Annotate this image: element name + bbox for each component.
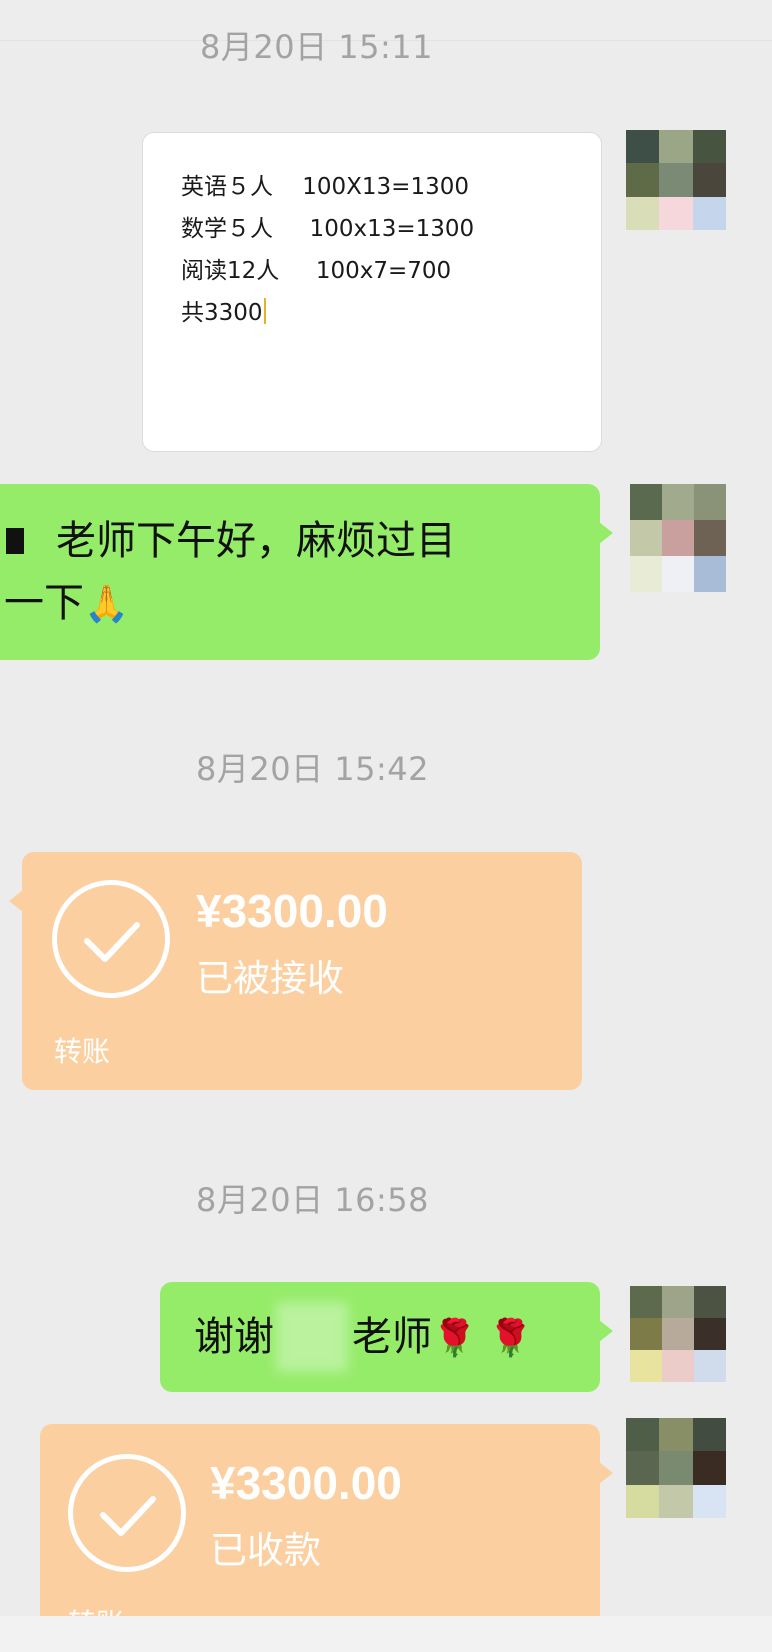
timestamp: 8月20日 15:42 xyxy=(196,750,429,788)
note-line: 英语５人 100X13=1300 xyxy=(181,174,469,200)
transfer-amount: ¥3300.00 xyxy=(196,885,388,937)
bottom-bar xyxy=(0,1616,772,1652)
timestamp: 8月20日 16:58 xyxy=(196,1181,429,1219)
pray-emoji: 🙏 xyxy=(84,584,129,625)
avatar-icon[interactable] xyxy=(626,1418,726,1518)
transfer-amount: ¥3300.00 xyxy=(210,1457,402,1509)
message-text: 一下🙏 xyxy=(4,580,129,626)
transfer-card[interactable]: ¥3300.00 已被接收 转账 xyxy=(9,852,582,1090)
avatar-icon[interactable] xyxy=(630,484,726,592)
message-text: 老师下午好，麻烦过目 xyxy=(56,518,456,564)
avatar-icon[interactable] xyxy=(626,130,726,230)
message-text: 谢谢 xyxy=(194,1314,274,1360)
message-bubble[interactable]: 老师下午好，麻烦过目 一下🙏 xyxy=(0,484,613,660)
note-line: 共3300 xyxy=(181,293,266,327)
transfer-card[interactable]: ¥3300.00 已收款 转账 xyxy=(40,1424,613,1640)
timestamp: 8月20日 15:11 xyxy=(200,28,433,66)
transfer-label: 转账 xyxy=(54,1035,111,1068)
avatar-icon[interactable] xyxy=(630,1286,726,1382)
note-image-bubble[interactable]: 英语５人 100X13=1300 数学５人 100x13=1300 阅读12人 … xyxy=(142,132,602,452)
transfer-status: 已被接收 xyxy=(196,957,344,1000)
text-caret xyxy=(263,298,266,324)
redaction-blur xyxy=(276,1302,348,1372)
message-text: 老师🌹 🌹 xyxy=(352,1314,534,1360)
rose-emoji: 🌹 🌹 xyxy=(432,1318,534,1359)
note-line: 数学５人 100x13=1300 xyxy=(181,216,475,242)
check-circle-icon xyxy=(68,1454,186,1572)
check-circle-icon xyxy=(52,880,170,998)
note-line: 阅读12人 100x7=700 xyxy=(181,258,452,284)
redaction-mark xyxy=(6,528,24,554)
transfer-status: 已收款 xyxy=(210,1529,321,1572)
message-bubble[interactable]: 谢谢 老师🌹 🌹 xyxy=(160,1282,613,1392)
